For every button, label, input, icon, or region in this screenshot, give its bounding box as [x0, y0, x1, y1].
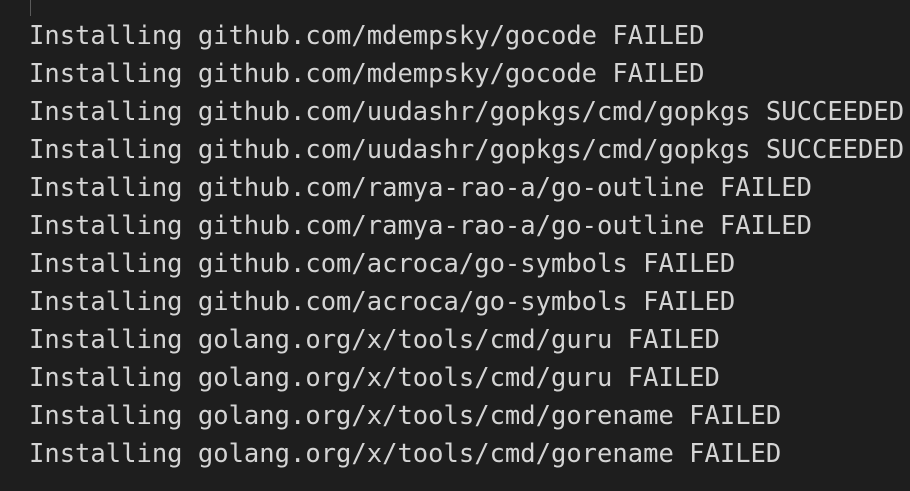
output-line: Installing golang.org/x/tools/cmd/guru F… [29, 325, 720, 355]
output-panel: Installing github.com/mdempsky/gocode FA… [0, 0, 910, 491]
output-log: Installing github.com/mdempsky/gocode FA… [29, 17, 904, 473]
output-line: Installing github.com/uudashr/gopkgs/cmd… [29, 97, 905, 127]
output-line: Installing golang.org/x/tools/cmd/gorena… [29, 401, 782, 431]
output-line: Installing github.com/ramya-rao-a/go-out… [29, 173, 812, 203]
output-line: Installing github.com/acroca/go-symbols … [29, 287, 736, 317]
output-line: Installing github.com/ramya-rao-a/go-out… [29, 211, 812, 241]
output-line: Installing github.com/mdempsky/gocode FA… [29, 21, 705, 51]
output-line: Installing golang.org/x/tools/cmd/gorena… [29, 439, 782, 469]
output-line: Installing github.com/uudashr/gopkgs/cmd… [29, 135, 905, 165]
output-line: Installing github.com/acroca/go-symbols … [29, 249, 736, 279]
cursor-indicator [30, 0, 31, 16]
output-line: Installing github.com/mdempsky/gocode FA… [29, 59, 705, 89]
output-line: Installing golang.org/x/tools/cmd/guru F… [29, 363, 720, 393]
